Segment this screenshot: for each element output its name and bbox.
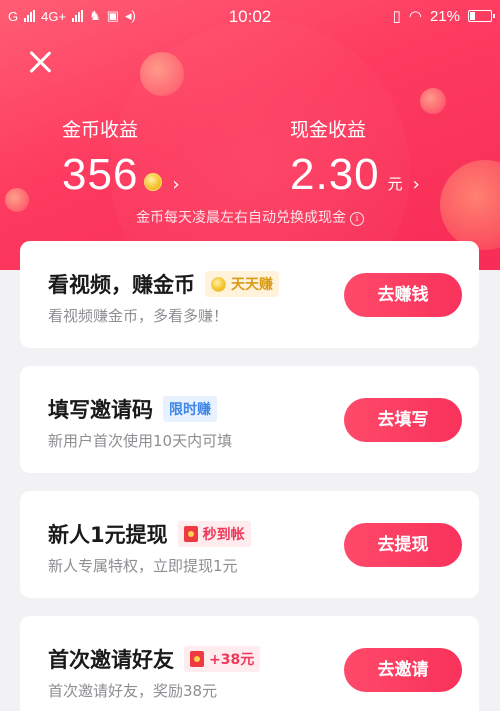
battery-percent: 21% xyxy=(429,7,460,25)
close-button[interactable] xyxy=(26,48,54,76)
task-tag-label: 秒到帐 xyxy=(202,527,245,543)
task-card: 新人1元提现 秒到帐 新人专属特权，立即提现1元 去提现 xyxy=(20,491,479,598)
cash-unit: 元 xyxy=(387,175,403,193)
task-tag-label: +38元 xyxy=(209,652,255,668)
red-envelope-icon xyxy=(183,526,198,542)
invite-button[interactable]: 去邀请 xyxy=(344,648,462,692)
red-envelope-icon xyxy=(190,651,204,667)
gold-earnings-label: 金币收益 xyxy=(62,119,139,141)
decor-bubble xyxy=(440,160,500,250)
task-card: 首次邀请好友 +38元 首次邀请好友，奖励38元 去邀请 xyxy=(20,616,479,711)
task-tag: 天天赚 xyxy=(205,271,279,297)
task-tag-label: 天天赚 xyxy=(231,277,273,293)
fill-invite-code-button[interactable]: 去填写 xyxy=(344,398,462,442)
gold-earnings-value: 356 xyxy=(62,150,139,199)
status-right: ▯ ◠ 21% xyxy=(392,7,495,25)
task-card: 填写邀请码 限时赚 新用户首次使用10天内可填 去填写 xyxy=(20,366,479,473)
earnings-header: G 4G+ ♞ ▣ ◂) 10:02 ▯ ◠ 21% 金币收益 356 › 现金… xyxy=(0,0,500,270)
task-title: 首次邀请好友 xyxy=(48,648,174,672)
gold-earnings[interactable]: 金币收益 356 › xyxy=(62,115,180,200)
exchange-note: 金币每天凌晨左右自动兑换成现金 i xyxy=(0,207,500,227)
task-title: 新人1元提现 xyxy=(48,523,168,547)
earn-button[interactable]: 去赚钱 xyxy=(344,273,462,317)
task-title: 填写邀请码 xyxy=(48,398,153,422)
info-icon[interactable]: i xyxy=(350,212,364,226)
task-subtitle: 新人专属特权，立即提现1元 xyxy=(48,557,238,575)
task-subtitle: 首次邀请好友，奖励38元 xyxy=(48,682,218,700)
task-tag: 秒到帐 xyxy=(177,521,251,547)
exchange-note-text: 金币每天凌晨左右自动兑换成现金 xyxy=(136,210,346,226)
withdraw-button[interactable]: 去提现 xyxy=(344,523,462,567)
cash-earnings-value: 2.30 xyxy=(290,150,380,199)
decor-bubble xyxy=(140,52,184,96)
decor-bubble xyxy=(420,88,446,114)
chevron-right-icon: › xyxy=(412,174,420,195)
wifi-icon: ◠ xyxy=(408,8,422,25)
coin-icon xyxy=(144,173,163,191)
battery-icon xyxy=(468,10,495,22)
chevron-right-icon: › xyxy=(172,174,180,195)
task-tag: +38元 xyxy=(184,646,261,672)
cash-earnings[interactable]: 现金收益 2.30 元 › xyxy=(290,115,420,200)
vibrate-icon: ▯ xyxy=(392,8,401,25)
task-subtitle: 新用户首次使用10天内可填 xyxy=(48,432,233,450)
task-card: 看视频，赚金币 天天赚 看视频赚金币，多看多赚！ 去赚钱 xyxy=(20,241,479,348)
coin-icon xyxy=(211,276,226,292)
task-title: 看视频，赚金币 xyxy=(48,273,195,297)
task-tag: 限时赚 xyxy=(163,396,217,422)
cash-earnings-label: 现金收益 xyxy=(290,119,367,141)
status-bar: G 4G+ ♞ ▣ ◂) 10:02 ▯ ◠ 21% xyxy=(0,0,500,34)
task-subtitle: 看视频赚金币，多看多赚！ xyxy=(48,307,229,325)
task-tag-label: 限时赚 xyxy=(169,402,211,418)
